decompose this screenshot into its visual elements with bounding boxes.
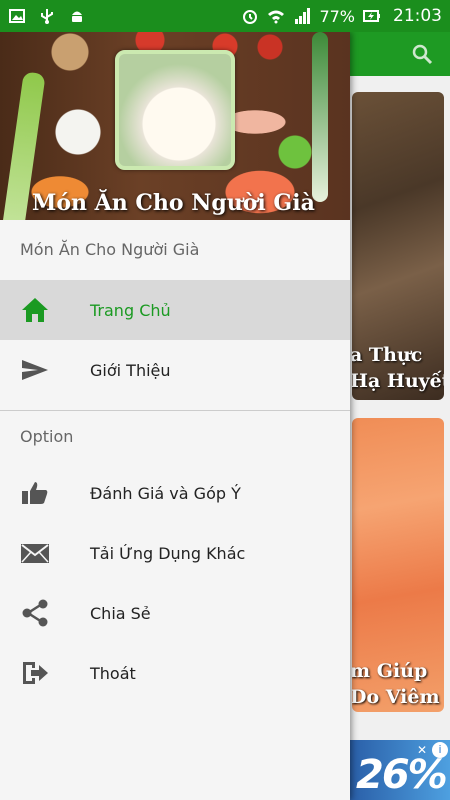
menu-item-rate[interactable]: Đánh Giá và Góp Ý [0,463,350,523]
search-icon[interactable] [410,42,434,66]
signal-icon [295,8,311,24]
menu-item-label: Giới Thiệu [90,360,171,380]
exit-icon [20,658,50,688]
status-bar: 77% 21:03 [0,0,450,32]
menu-item-about[interactable]: Giới Thiệu [0,340,350,400]
menu-item-more-apps[interactable]: Tải Ứng Dụng Khác [0,523,350,583]
image-icon [9,9,25,23]
mail-icon [20,538,50,568]
send-icon [20,355,50,385]
article-card[interactable]: a Thực Hạ Huyết [352,92,444,400]
battery-percentage: 77% [319,6,355,26]
clock: 21:03 [393,6,442,26]
share-icon [20,598,50,628]
menu-item-label: Đánh Giá và Góp Ý [90,483,241,503]
article-card[interactable]: m Giúp Do Viêm [352,418,444,712]
alarm-icon [243,10,258,24]
food-decoration [312,32,328,202]
navigation-drawer: Món Ăn Cho Người Già Món Ăn Cho Người Gi… [0,32,350,800]
usb-icon [41,9,53,24]
wifi-icon [268,10,285,24]
drawer-header-title: Món Ăn Cho Người Già [32,190,315,216]
home-icon [20,295,50,325]
section-label-option: Option [20,427,74,446]
battery-charging-icon [363,10,380,22]
menu-item-label: Trang Chủ [90,300,171,320]
thumbs-up-icon [20,478,50,508]
ad-text: 26% [356,752,448,798]
drawer-header-image: Món Ăn Cho Người Già [0,32,350,220]
app-logo [115,50,235,170]
menu-item-home[interactable]: Trang Chủ [0,280,350,340]
ad-banner[interactable]: 26% ✕ i [350,740,450,800]
menu-item-label: Thoát [90,663,136,683]
drawer-subtitle: Món Ăn Cho Người Già [20,240,200,259]
info-icon[interactable]: i [432,742,448,758]
android-icon [72,11,82,22]
menu-item-exit[interactable]: Thoát [0,643,350,703]
menu-item-share[interactable]: Chia Sẻ [0,583,350,643]
card-title: a Thực Hạ Huyết [352,344,444,392]
menu-item-label: Chia Sẻ [90,603,151,623]
close-icon[interactable]: ✕ [414,742,430,758]
card-title: m Giúp Do Viêm [352,660,440,708]
menu-item-label: Tải Ứng Dụng Khác [90,543,246,563]
